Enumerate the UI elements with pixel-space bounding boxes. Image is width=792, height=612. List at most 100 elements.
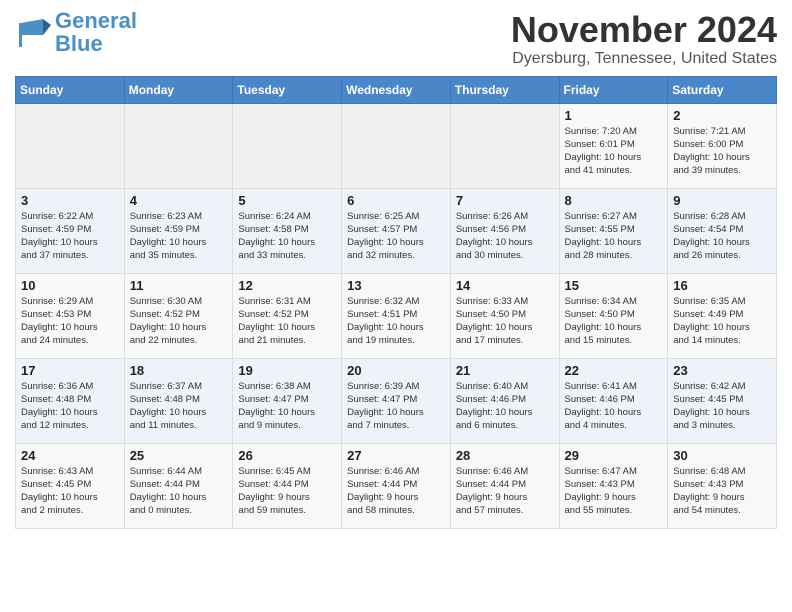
day-info: Sunrise: 7:20 AM Sunset: 6:01 PM Dayligh…: [565, 125, 663, 178]
day-info: Sunrise: 6:33 AM Sunset: 4:50 PM Dayligh…: [456, 295, 554, 348]
day-number: 3: [21, 193, 119, 208]
calendar-cell: [450, 103, 559, 188]
day-info: Sunrise: 6:32 AM Sunset: 4:51 PM Dayligh…: [347, 295, 445, 348]
day-number: 29: [565, 448, 663, 463]
day-info: Sunrise: 6:28 AM Sunset: 4:54 PM Dayligh…: [673, 210, 771, 263]
day-number: 28: [456, 448, 554, 463]
day-header-sunday: Sunday: [16, 76, 125, 103]
calendar-cell: 8Sunrise: 6:27 AM Sunset: 4:55 PM Daylig…: [559, 188, 668, 273]
day-info: Sunrise: 6:29 AM Sunset: 4:53 PM Dayligh…: [21, 295, 119, 348]
day-header-tuesday: Tuesday: [233, 76, 342, 103]
day-info: Sunrise: 6:36 AM Sunset: 4:48 PM Dayligh…: [21, 380, 119, 433]
calendar-cell: 21Sunrise: 6:40 AM Sunset: 4:46 PM Dayli…: [450, 358, 559, 443]
day-info: Sunrise: 6:41 AM Sunset: 4:46 PM Dayligh…: [565, 380, 663, 433]
day-number: 24: [21, 448, 119, 463]
calendar-cell: 24 Sunrise: 6:43 AM Sunset: 4:45 PM Dayli…: [16, 443, 125, 528]
day-number: 17: [21, 363, 119, 378]
day-info: Sunrise: 6:24 AM Sunset: 4:58 PM Dayligh…: [238, 210, 336, 263]
day-header-friday: Friday: [559, 76, 668, 103]
day-info: Sunrise: 6:37 AM Sunset: 4:48 PM Dayligh…: [130, 380, 228, 433]
header-row: SundayMondayTuesdayWednesdayThursdayFrid…: [16, 76, 777, 103]
calendar-cell: 26 Sunrise: 6:45 AM Sunset: 4:44 PM Dayli…: [233, 443, 342, 528]
day-info: Sunrise: 6:26 AM Sunset: 4:56 PM Dayligh…: [456, 210, 554, 263]
calendar-cell: 25 Sunrise: 6:44 AM Sunset: 4:44 PM Dayli…: [124, 443, 233, 528]
calendar-cell: 30 Sunrise: 6:48 AM Sunset: 4:43 PM Dayli…: [668, 443, 777, 528]
day-info: Sunrise: 6:40 AM Sunset: 4:46 PM Dayligh…: [456, 380, 554, 433]
day-number: 1: [565, 108, 663, 123]
calendar-cell: 27Sunrise: 6:46 AM Sunset: 4:44 PM Dayli…: [342, 443, 451, 528]
day-number: 23: [673, 363, 771, 378]
day-number: 13: [347, 278, 445, 293]
logo-icon: [15, 15, 51, 51]
day-header-saturday: Saturday: [668, 76, 777, 103]
day-info: Sunrise: 6:42 AM Sunset: 4:45 PM Dayligh…: [673, 380, 771, 433]
calendar-cell: 1 Sunrise: 7:20 AM Sunset: 6:01 PM Daylig…: [559, 103, 668, 188]
day-info: Sunrise: 6:31 AM Sunset: 4:52 PM Dayligh…: [238, 295, 336, 348]
day-info: Sunrise: 6:25 AM Sunset: 4:57 PM Dayligh…: [347, 210, 445, 263]
day-number: 12: [238, 278, 336, 293]
calendar-cell: 9 Sunrise: 6:28 AM Sunset: 4:54 PM Daylig…: [668, 188, 777, 273]
day-number: 2: [673, 108, 771, 123]
day-header-monday: Monday: [124, 76, 233, 103]
day-info: Sunrise: 6:45 AM Sunset: 4:44 PM Dayligh…: [238, 465, 336, 518]
calendar-cell: 7 Sunrise: 6:26 AM Sunset: 4:56 PM Daylig…: [450, 188, 559, 273]
calendar-cell: [16, 103, 125, 188]
header: General Blue November 2024 Dyersburg, Te…: [15, 10, 777, 68]
day-number: 14: [456, 278, 554, 293]
day-info: Sunrise: 6:48 AM Sunset: 4:43 PM Dayligh…: [673, 465, 771, 518]
calendar-cell: 15Sunrise: 6:34 AM Sunset: 4:50 PM Dayli…: [559, 273, 668, 358]
calendar-cell: 11 Sunrise: 6:30 AM Sunset: 4:52 PM Dayli…: [124, 273, 233, 358]
calendar-cell: 23 Sunrise: 6:42 AM Sunset: 4:45 PM Dayli…: [668, 358, 777, 443]
day-info: Sunrise: 6:23 AM Sunset: 4:59 PM Dayligh…: [130, 210, 228, 263]
calendar-table: SundayMondayTuesdayWednesdayThursdayFrid…: [15, 76, 777, 529]
day-number: 7: [456, 193, 554, 208]
title-area: November 2024 Dyersburg, Tennessee, Unit…: [511, 10, 777, 68]
day-number: 19: [238, 363, 336, 378]
calendar-cell: 22 Sunrise: 6:41 AM Sunset: 4:46 PM Dayli…: [559, 358, 668, 443]
week-row-2: 3 Sunrise: 6:22 AM Sunset: 4:59 PM Daylig…: [16, 188, 777, 273]
day-header-wednesday: Wednesday: [342, 76, 451, 103]
day-info: Sunrise: 6:39 AM Sunset: 4:47 PM Dayligh…: [347, 380, 445, 433]
week-row-4: 17 Sunrise: 6:36 AM Sunset: 4:48 PM Dayli…: [16, 358, 777, 443]
day-number: 8: [565, 193, 663, 208]
day-info: Sunrise: 6:47 AM Sunset: 4:43 PM Dayligh…: [565, 465, 663, 518]
day-info: Sunrise: 6:44 AM Sunset: 4:44 PM Dayligh…: [130, 465, 228, 518]
calendar-cell: 16 Sunrise: 6:35 AM Sunset: 4:49 PM Dayli…: [668, 273, 777, 358]
day-number: 5: [238, 193, 336, 208]
day-info: Sunrise: 7:21 AM Sunset: 6:00 PM Dayligh…: [673, 125, 771, 178]
day-number: 20: [347, 363, 445, 378]
day-info: Sunrise: 6:30 AM Sunset: 4:52 PM Dayligh…: [130, 295, 228, 348]
day-number: 25: [130, 448, 228, 463]
day-number: 22: [565, 363, 663, 378]
day-number: 18: [130, 363, 228, 378]
calendar-cell: 6 Sunrise: 6:25 AM Sunset: 4:57 PM Daylig…: [342, 188, 451, 273]
calendar-cell: 29 Sunrise: 6:47 AM Sunset: 4:43 PM Dayli…: [559, 443, 668, 528]
calendar-cell: [124, 103, 233, 188]
calendar-cell: [342, 103, 451, 188]
day-info: Sunrise: 6:22 AM Sunset: 4:59 PM Dayligh…: [21, 210, 119, 263]
week-row-1: 1 Sunrise: 7:20 AM Sunset: 6:01 PM Daylig…: [16, 103, 777, 188]
day-number: 11: [130, 278, 228, 293]
day-number: 4: [130, 193, 228, 208]
day-number: 16: [673, 278, 771, 293]
calendar-cell: 17 Sunrise: 6:36 AM Sunset: 4:48 PM Dayli…: [16, 358, 125, 443]
calendar-cell: 4 Sunrise: 6:23 AM Sunset: 4:59 PM Daylig…: [124, 188, 233, 273]
month-title: November 2024: [511, 10, 777, 50]
calendar-cell: 13 Sunrise: 6:32 AM Sunset: 4:51 PM Dayli…: [342, 273, 451, 358]
day-number: 27: [347, 448, 445, 463]
logo-text: General Blue: [55, 8, 137, 56]
day-number: 6: [347, 193, 445, 208]
day-info: Sunrise: 6:34 AM Sunset: 4:50 PM Dayligh…: [565, 295, 663, 348]
week-row-5: 24 Sunrise: 6:43 AM Sunset: 4:45 PM Dayli…: [16, 443, 777, 528]
calendar-cell: 2 Sunrise: 7:21 AM Sunset: 6:00 PM Daylig…: [668, 103, 777, 188]
calendar-cell: 20 Sunrise: 6:39 AM Sunset: 4:47 PM Dayli…: [342, 358, 451, 443]
day-info: Sunrise: 6:35 AM Sunset: 4:49 PM Dayligh…: [673, 295, 771, 348]
week-row-3: 10Sunrise: 6:29 AM Sunset: 4:53 PM Dayli…: [16, 273, 777, 358]
day-info: Sunrise: 6:43 AM Sunset: 4:45 PM Dayligh…: [21, 465, 119, 518]
day-info: Sunrise: 6:38 AM Sunset: 4:47 PM Dayligh…: [238, 380, 336, 433]
day-number: 9: [673, 193, 771, 208]
day-number: 30: [673, 448, 771, 463]
day-number: 26: [238, 448, 336, 463]
calendar-cell: 18 Sunrise: 6:37 AM Sunset: 4:48 PM Dayli…: [124, 358, 233, 443]
calendar-cell: 5 Sunrise: 6:24 AM Sunset: 4:58 PM Daylig…: [233, 188, 342, 273]
